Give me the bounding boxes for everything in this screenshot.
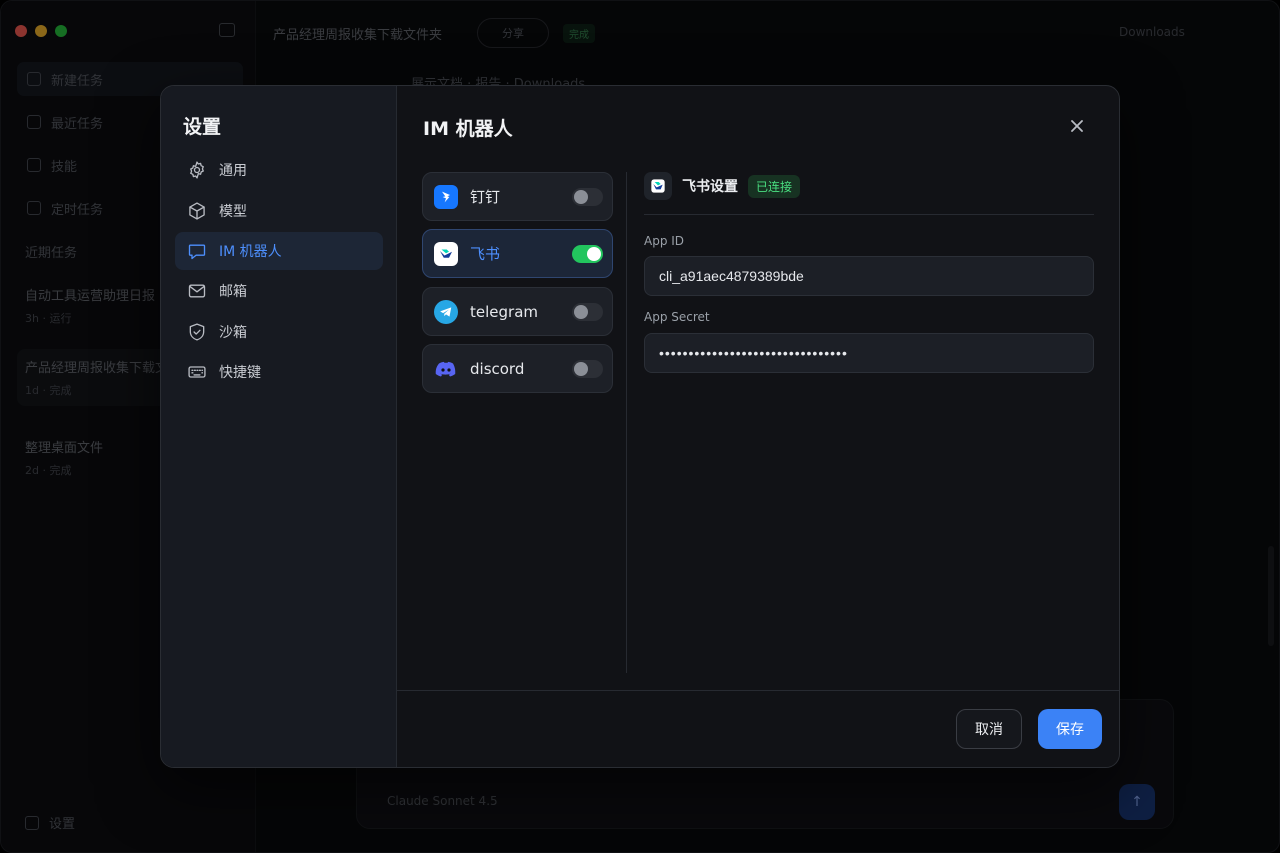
settings-nav: 设置 通用 模型 IM 机器人 邮箱 沙箱 快捷键: [161, 86, 397, 767]
nav-item-label: 沙箱: [219, 325, 247, 341]
bot-card-feishu[interactable]: 飞书: [422, 229, 613, 278]
discord-icon: [434, 357, 458, 381]
nav-item-shortcuts[interactable]: 快捷键: [175, 353, 383, 391]
nav-item-im-bot[interactable]: IM 机器人: [175, 232, 383, 270]
bot-label: discord: [470, 359, 525, 378]
bot-label: 钉钉: [470, 188, 501, 206]
nav-item-label: IM 机器人: [219, 244, 282, 260]
app-id-field[interactable]: [644, 256, 1094, 296]
app-secret-field[interactable]: [644, 333, 1094, 373]
bot-label: 飞书: [470, 245, 501, 263]
shield-icon: [187, 322, 207, 342]
cancel-button[interactable]: 取消: [956, 709, 1022, 749]
nav-item-label: 快捷键: [219, 365, 261, 381]
keyboard-icon: [187, 362, 207, 382]
settings-title: 设置: [183, 116, 222, 138]
close-icon: [1071, 120, 1083, 132]
nav-item-model[interactable]: 模型: [175, 192, 383, 230]
nav-item-label: 通用: [219, 163, 247, 179]
bot-toggle[interactable]: [572, 359, 603, 378]
dingtalk-icon: [434, 184, 458, 209]
bot-card-dingtalk[interactable]: 钉钉: [422, 172, 613, 221]
nav-item-label: 模型: [219, 204, 247, 220]
app-secret-label: App Secret: [644, 310, 710, 324]
save-button[interactable]: 保存: [1038, 709, 1102, 749]
feishu-icon: [434, 241, 458, 266]
bot-card-discord[interactable]: discord: [422, 344, 613, 393]
cube-icon: [187, 201, 207, 221]
nav-item-general[interactable]: 通用: [175, 151, 383, 189]
telegram-icon: [434, 299, 458, 324]
nav-item-sandbox[interactable]: 沙箱: [175, 313, 383, 351]
mail-icon: [187, 281, 207, 301]
nav-item-label: 邮箱: [219, 284, 247, 300]
chat-bubble-icon: [187, 241, 207, 261]
feishu-icon: [644, 172, 672, 200]
settings-content: IM 机器人 钉钉 飞书 telegram discord 飞书设置 已连接 A…: [397, 86, 1119, 767]
bot-card-telegram[interactable]: telegram: [422, 287, 613, 336]
gear-icon: [187, 160, 207, 180]
page-title: IM 机器人: [423, 118, 513, 140]
detail-title: 飞书设置: [682, 179, 738, 195]
app-id-label: App ID: [644, 234, 685, 248]
status-badge: 已连接: [748, 174, 801, 198]
bot-toggle[interactable]: [572, 187, 603, 206]
divider: [626, 172, 627, 673]
close-button[interactable]: [1065, 114, 1089, 138]
dialog-footer: 取消 保存: [397, 690, 1119, 767]
bot-toggle[interactable]: [572, 244, 603, 263]
detail-header: 飞书设置 已连接: [644, 172, 1094, 215]
nav-item-mail[interactable]: 邮箱: [175, 272, 383, 310]
bot-toggle[interactable]: [572, 302, 603, 321]
settings-dialog: 设置 通用 模型 IM 机器人 邮箱 沙箱 快捷键 IM 机器人 钉钉 飞书 t…: [160, 85, 1120, 768]
bot-label: telegram: [470, 302, 538, 321]
